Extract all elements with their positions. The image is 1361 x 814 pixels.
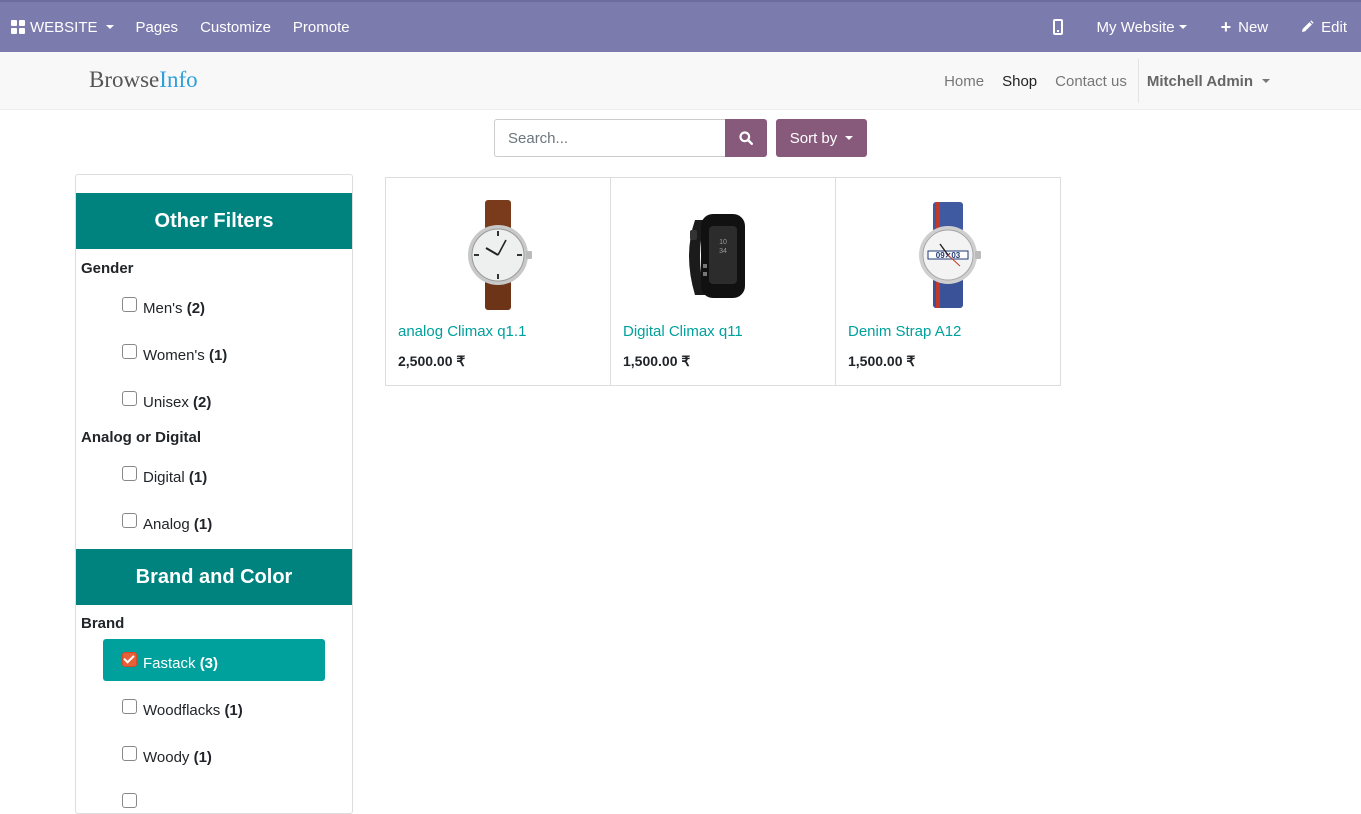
mobile-phone-icon	[1052, 19, 1063, 35]
product-price: 1,500.00 ₹	[848, 353, 916, 369]
svg-text:34: 34	[719, 248, 727, 255]
edit-label: Edit	[1321, 18, 1347, 36]
option-name: Women's	[143, 347, 205, 364]
option-count: (2)	[186, 300, 206, 317]
sort-by-label: Sort by	[789, 129, 838, 147]
mobile-preview-button[interactable]	[1033, 2, 1093, 52]
sort-by-dropdown[interactable]: Sort by	[776, 119, 867, 157]
filter-option-woodflacks[interactable]: Woodflacks (1)	[76, 699, 352, 746]
filter-option-fastack[interactable]: Fastack (3)	[76, 639, 352, 699]
search-icon	[739, 131, 753, 145]
checkbox[interactable]	[122, 391, 137, 406]
filter-section-title: Other Filters	[76, 193, 352, 249]
checkmark-icon	[123, 652, 135, 664]
option-name: Analog	[143, 516, 190, 533]
filter-option-cut-off[interactable]	[76, 793, 352, 813]
svg-text:10: 10	[719, 239, 727, 246]
product-card[interactable]: 10 34 Digital Climax q11 1,500.00 ₹	[611, 178, 836, 385]
filter-option-analog[interactable]: Analog (1)	[76, 513, 352, 549]
plus-icon: +	[1220, 17, 1232, 37]
option-name: Digital	[143, 469, 185, 486]
option-name: Fastack	[143, 655, 196, 672]
nav-contact-us[interactable]: Contact us	[1046, 73, 1136, 90]
apps-grid-icon	[11, 20, 25, 34]
checkbox[interactable]	[122, 746, 137, 761]
my-website-label: My Website	[1096, 18, 1175, 36]
option-count: (1)	[193, 516, 213, 533]
search-input[interactable]	[494, 119, 725, 157]
product-grid: analog Climax q1.1 2,500.00 ₹ 10 34 Digi…	[385, 177, 1061, 386]
site-header: BrowseInfo Home Shop Contact us Mitchell…	[0, 52, 1361, 110]
option-count: (1)	[193, 749, 212, 766]
option-count: (2)	[193, 394, 212, 411]
checkbox[interactable]	[122, 513, 137, 528]
logo-text-info: Info	[159, 67, 198, 92]
denim-strap-watch-icon: 09⨯03	[919, 202, 981, 308]
logo-text-browse: Browse	[89, 67, 160, 92]
product-card[interactable]: 09⨯03 Denim Strap A12 1,500.00 ₹	[836, 178, 1060, 385]
option-name: Woody	[143, 749, 190, 766]
nav-shop[interactable]: Shop	[993, 73, 1046, 90]
option-count: (1)	[224, 702, 243, 719]
option-name: Men's	[143, 300, 183, 317]
website-apps-menu[interactable]: WEBSITE	[0, 2, 125, 52]
filter-group-label: Brand	[81, 615, 125, 632]
user-menu[interactable]: Mitchell Admin	[1137, 59, 1279, 103]
product-price: 2,500.00 ₹	[398, 353, 466, 369]
filter-option-unisex[interactable]: Unisex (2)	[76, 391, 352, 429]
chevron-down-icon	[1262, 79, 1270, 83]
option-name: Unisex	[143, 394, 189, 411]
filter-option-woody[interactable]: Woody (1)	[76, 746, 352, 793]
pencil-icon	[1302, 20, 1314, 32]
product-price: 1,500.00 ₹	[623, 353, 691, 369]
option-name: Woodflacks	[143, 702, 221, 719]
chevron-down-icon	[105, 25, 114, 29]
filter-group-label: Gender	[81, 260, 134, 277]
user-name: Mitchell Admin	[1146, 72, 1253, 90]
nav-home[interactable]: Home	[935, 73, 993, 90]
checkbox[interactable]	[122, 466, 137, 481]
new-label: New	[1238, 18, 1269, 36]
product-search-bar: Sort by	[494, 119, 867, 157]
option-count: (1)	[208, 347, 228, 364]
product-name-link[interactable]: analog Climax q1.1	[398, 323, 526, 340]
site-nav: Home Shop Contact us Mitchell Admin	[935, 52, 1279, 110]
website-admin-bar: WEBSITE Pages Customize Promote My Websi…	[0, 0, 1361, 52]
filter-option-mens[interactable]: Men's (2)	[76, 297, 352, 344]
checkbox[interactable]	[122, 344, 137, 359]
website-menu-label: WEBSITE	[30, 18, 98, 36]
edit-button[interactable]: Edit	[1284, 2, 1361, 52]
checkbox-checked[interactable]	[122, 652, 137, 667]
option-count: (3)	[199, 655, 219, 672]
option-count: (1)	[188, 469, 208, 486]
filter-section-title: Brand and Color	[76, 549, 352, 605]
menu-customize[interactable]: Customize	[189, 2, 282, 52]
chevron-down-icon	[1178, 25, 1187, 29]
menu-promote[interactable]: Promote	[282, 2, 361, 52]
filter-option-womens[interactable]: Women's (1)	[76, 344, 352, 391]
product-name-link[interactable]: Digital Climax q11	[623, 323, 743, 340]
checkbox[interactable]	[122, 699, 137, 714]
search-button[interactable]	[725, 119, 767, 157]
new-button[interactable]: + New	[1207, 2, 1285, 52]
analog-watch-brown-strap-icon	[468, 200, 532, 310]
menu-pages[interactable]: Pages	[125, 2, 190, 52]
chevron-down-icon	[845, 136, 854, 140]
product-name-link[interactable]: Denim Strap A12	[848, 323, 961, 340]
product-card[interactable]: analog Climax q1.1 2,500.00 ₹	[386, 178, 611, 385]
filter-sidebar: Other Filters Gender Men's (2) Women's (…	[75, 174, 353, 814]
checkbox[interactable]	[122, 793, 137, 808]
filter-group-label: Analog or Digital	[81, 429, 201, 446]
digital-band-watch-icon: 10 34	[689, 214, 745, 298]
my-website-dropdown[interactable]: My Website	[1093, 2, 1207, 52]
checkbox[interactable]	[122, 297, 137, 312]
site-logo[interactable]: BrowseInfo	[89, 67, 198, 93]
filter-option-digital[interactable]: Digital (1)	[76, 466, 352, 513]
